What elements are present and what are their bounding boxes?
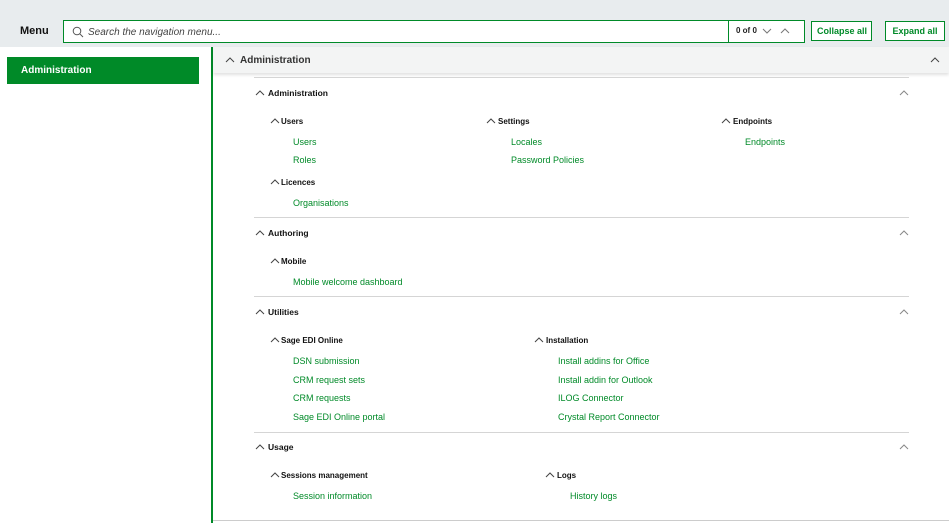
sidebar-item-administration[interactable]: Administration [7,57,199,84]
chevron-up-icon[interactable] [270,257,280,265]
chevron-up-icon[interactable] [225,56,235,64]
sidebar: Administration [7,57,199,523]
link-password-policies[interactable]: Password Policies [511,155,584,165]
menu-label: Menu [20,25,49,37]
link-ilog-connector[interactable]: ILOG Connector [558,393,624,403]
link-organisations[interactable]: Organisations [293,198,349,208]
top-bar: Menu 0 of 0 Collapse all Expand all [0,0,949,47]
chevron-up-icon[interactable] [930,56,940,64]
chevron-down-icon[interactable] [761,25,773,37]
chevron-up-icon[interactable] [486,117,496,125]
chevron-up-icon[interactable] [270,117,280,125]
chevron-up-icon[interactable] [534,336,544,344]
search-separator [728,21,729,42]
main-header[interactable]: Administration [213,47,949,73]
chevron-up-icon[interactable] [721,117,731,125]
chevron-up-icon[interactable] [255,89,265,97]
link-crystal-report-connector[interactable]: Crystal Report Connector [558,412,660,422]
link-install-addin-for-outlook[interactable]: Install addin for Outlook [558,375,653,385]
link-history-logs[interactable]: History logs [570,491,617,501]
group-title: Sessions management [281,471,368,480]
divider [254,432,909,433]
chevron-up-icon[interactable] [779,25,791,37]
link-crm-request-sets[interactable]: CRM request sets [293,375,365,385]
group-title: Users [281,117,304,126]
chevron-up-icon[interactable] [899,89,909,97]
link-session-information[interactable]: Session information [293,491,372,501]
group-title: Mobile [281,257,307,266]
divider [254,217,909,218]
link-mobile-welcome-dashboard[interactable]: Mobile welcome dashboard [293,277,403,287]
section-title: Authoring [268,228,309,238]
link-dsn-submission[interactable]: DSN submission [293,356,360,366]
search-icon [72,26,84,38]
divider [254,296,909,297]
link-endpoints[interactable]: Endpoints [745,137,785,147]
chevron-up-icon[interactable] [545,471,555,479]
page-title: Administration [240,55,311,66]
chevron-up-icon[interactable] [899,229,909,237]
chevron-up-icon[interactable] [255,443,265,451]
search-input[interactable] [88,24,728,40]
divider [254,77,909,78]
section-title: Administration [268,88,328,98]
link-users[interactable]: Users [293,137,317,147]
group-title: Sage EDI Online [281,336,343,345]
link-roles[interactable]: Roles [293,155,316,165]
group-title: Logs [557,471,577,480]
link-install-addins-for-office[interactable]: Install addins for Office [558,356,649,366]
section-title: Utilities [268,307,299,317]
chevron-up-icon[interactable] [899,443,909,451]
group-title: Settings [498,117,530,126]
search-box: 0 of 0 [63,20,805,43]
chevron-up-icon[interactable] [270,178,280,186]
link-sage-edi-online-portal[interactable]: Sage EDI Online portal [293,412,385,422]
divider [213,520,949,521]
group-title: Licences [281,178,316,187]
chevron-up-icon[interactable] [255,308,265,316]
collapse-all-button[interactable]: Collapse all [811,21,872,41]
search-result-count: 0 of 0 [736,26,757,35]
section-title: Usage [268,442,294,452]
group-title: Endpoints [733,117,773,126]
chevron-up-icon[interactable] [255,229,265,237]
group-title: Installation [546,336,589,345]
chevron-up-icon[interactable] [270,336,280,344]
link-crm-requests[interactable]: CRM requests [293,393,351,403]
chevron-up-icon[interactable] [899,308,909,316]
link-locales[interactable]: Locales [511,137,542,147]
chevron-up-icon[interactable] [270,471,280,479]
expand-all-button[interactable]: Expand all [885,21,945,41]
